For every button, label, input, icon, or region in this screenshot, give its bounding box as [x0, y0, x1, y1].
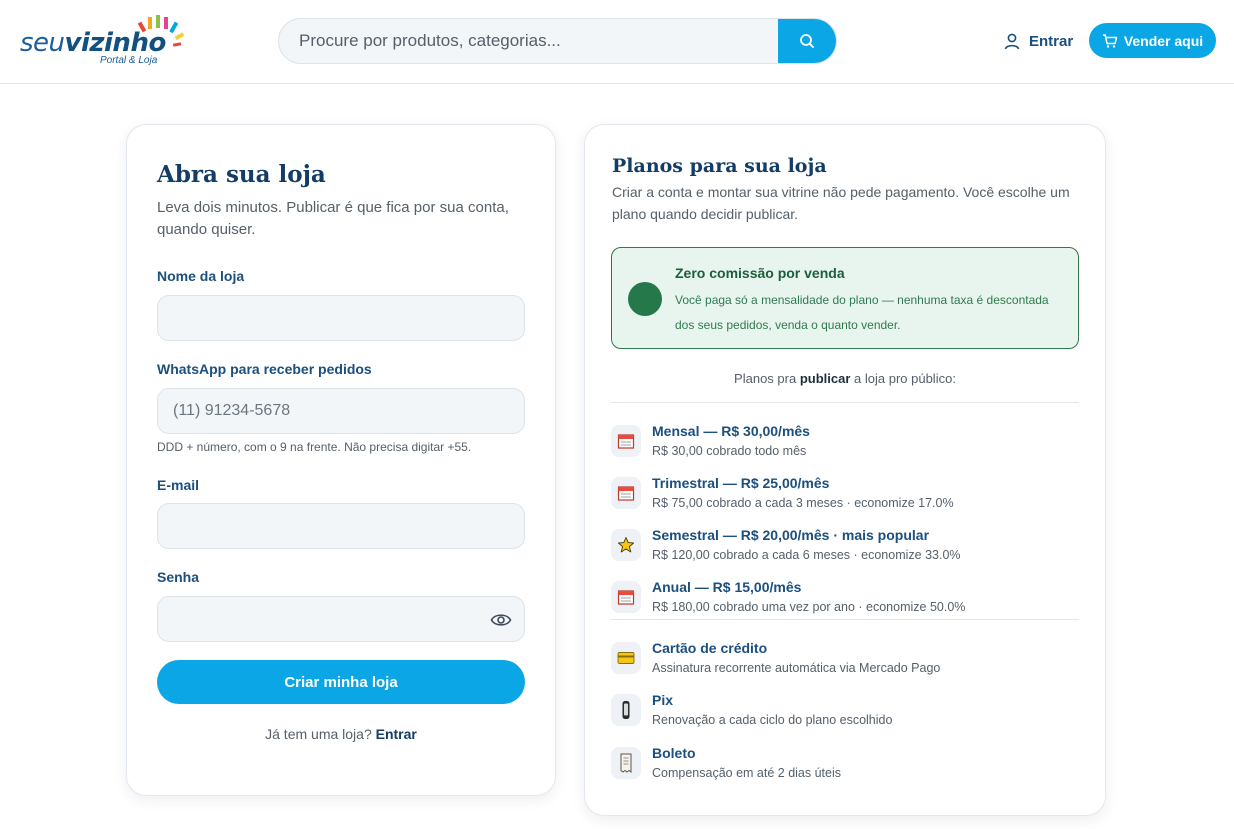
create-store-button[interactable]: Criar minha loja	[157, 660, 525, 704]
payment-method-boleto: Boleto Compensação em até 2 dias úteis	[611, 745, 1081, 791]
whatsapp-input[interactable]	[158, 389, 524, 433]
promo-title: Zero comissão por venda	[675, 265, 845, 281]
whatsapp-label: WhatsApp para receber pedidos	[157, 361, 372, 377]
plan-title: Anual — R$ 15,00/mês	[652, 579, 802, 595]
email-label: E-mail	[157, 477, 200, 493]
star-icon	[611, 529, 641, 561]
payment-desc: Compensação em até 2 dias úteis	[652, 766, 841, 780]
plan-title: Semestral — R$ 20,00/mês · mais popular	[652, 527, 930, 543]
plan-item-semestral[interactable]: Semestral — R$ 20,00/mês · mais popular …	[611, 527, 1081, 573]
plan-title: Mensal — R$ 30,00/mês	[652, 423, 810, 439]
payment-desc: Renovação a cada ciclo do plano escolhid…	[652, 713, 893, 727]
promo-text: Você paga só a mensalidade do plano — ne…	[675, 293, 1049, 332]
have-store-text: Já tem uma loja?	[265, 726, 372, 742]
plans-title: Planos para sua loja	[612, 155, 827, 177]
plan-desc: R$ 30,00 cobrado todo mês	[652, 444, 807, 458]
plan-title: Trimestral — R$ 25,00/mês	[652, 475, 830, 491]
payment-method-card: Cartão de crédito Assinatura recorrente …	[611, 640, 1081, 686]
plans-caption: Planos pra publicar a loja pro público:	[585, 371, 1105, 386]
caption-pre: Planos pra	[734, 371, 797, 386]
receipt-icon	[611, 747, 641, 779]
header-login-link[interactable]: Entrar	[1003, 29, 1073, 53]
credit-card-icon	[611, 642, 641, 674]
email-field	[157, 503, 525, 549]
show-password-eye-icon[interactable]	[490, 610, 512, 630]
payment-title: Cartão de crédito	[652, 640, 768, 656]
plans-divider	[611, 402, 1079, 403]
logo-part-vizinho: vizinho	[64, 28, 167, 58]
have-store-row: Já tem uma loja? Entrar	[127, 726, 555, 742]
plan-item-mensal[interactable]: Mensal — R$ 30,00/mês R$ 30,00 cobrado t…	[611, 423, 1081, 469]
store-name-input[interactable]	[158, 296, 524, 340]
password-input[interactable]	[158, 597, 524, 641]
payment-title: Pix	[652, 692, 674, 708]
plans-subtitle: Criar a conta e montar sua vitrine não p…	[612, 184, 1070, 222]
store-name-field	[157, 295, 525, 341]
payment-title: Boleto	[652, 745, 696, 761]
caption-bold: publicar	[799, 371, 851, 386]
whatsapp-hint: DDD + número, com o 9 na frente. Não pre…	[157, 440, 472, 454]
logo-part-seu: seu	[20, 28, 65, 58]
store-name-label: Nome da loja	[157, 268, 245, 284]
sell-label: Vender aqui	[1123, 32, 1204, 49]
plan-desc: R$ 180,00 cobrado uma vez por ano · econ…	[652, 600, 966, 614]
top-header: seuvizinho Portal & Loja Entrar Vender a…	[0, 0, 1234, 84]
calendar-icon	[611, 581, 641, 613]
cart-icon	[1102, 33, 1118, 48]
plan-desc: R$ 75,00 cobrado a cada 3 meses · econom…	[652, 496, 954, 510]
signup-subtitle: Leva dois minutos. Publicar é que fica p…	[157, 199, 509, 238]
email-input[interactable]	[158, 504, 524, 548]
plan-desc: R$ 120,00 cobrado a cada 6 meses · econo…	[652, 548, 961, 562]
promo-badge-icon	[628, 282, 662, 316]
caption-post: a loja pro público:	[854, 371, 956, 386]
plan-item-trimestral[interactable]: Trimestral — R$ 25,00/mês R$ 75,00 cobra…	[611, 475, 1081, 521]
calendar-icon	[611, 477, 641, 509]
user-icon	[1004, 33, 1020, 50]
zero-commission-banner: Zero comissão por venda Você paga só a m…	[611, 247, 1079, 349]
sell-here-button[interactable]: Vender aqui	[1089, 23, 1216, 58]
signup-title: Abra sua loja	[157, 161, 326, 188]
search-icon	[800, 34, 814, 48]
calendar-icon	[611, 425, 641, 457]
login-link[interactable]: Entrar	[376, 726, 417, 742]
plans-card: Planos para sua loja Criar a conta e mon…	[584, 124, 1106, 816]
search-button[interactable]	[778, 19, 836, 63]
payments-divider	[611, 619, 1079, 620]
phone-icon	[611, 694, 641, 726]
search-bar	[278, 18, 837, 64]
payment-desc: Assinatura recorrente automática via Mer…	[652, 661, 941, 675]
payment-method-pix: Pix Renovação a cada ciclo do plano esco…	[611, 692, 1081, 738]
whatsapp-field	[157, 388, 525, 434]
logo-subtitle: Portal & Loja	[100, 55, 158, 66]
login-label: Entrar	[1029, 32, 1074, 50]
site-logo[interactable]: seuvizinho Portal & Loja	[20, 15, 190, 70]
password-label: Senha	[157, 569, 200, 585]
search-input[interactable]	[279, 19, 779, 63]
password-field	[157, 596, 525, 642]
signup-card: Abra sua loja Leva dois minutos. Publica…	[126, 124, 556, 796]
